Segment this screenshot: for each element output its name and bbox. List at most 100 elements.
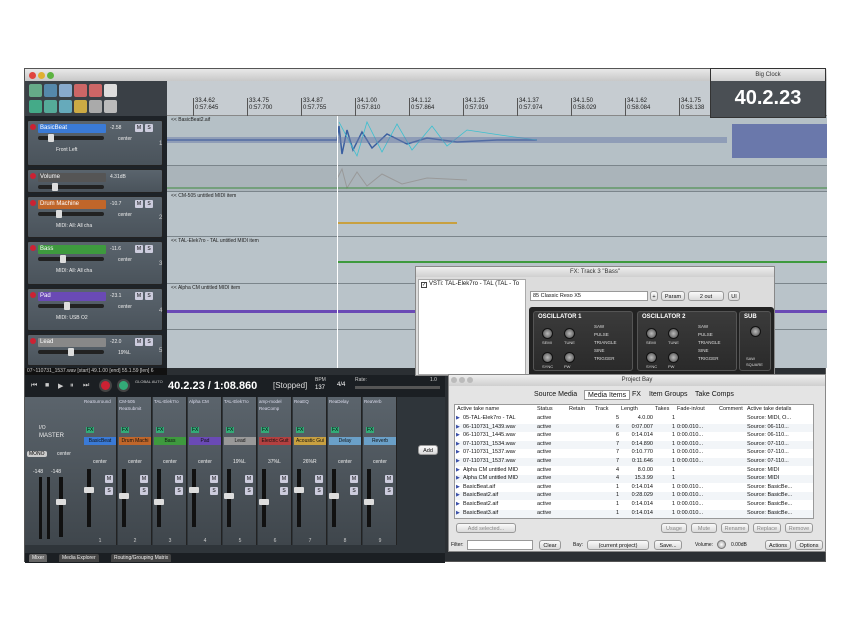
mixer-strip-2[interactable]: CM-505 ReaSubmit FX Drum Machi center M S 2: [118, 397, 152, 545]
strip-fader[interactable]: [224, 469, 234, 527]
input-fx-button[interactable]: FX: [86, 427, 95, 433]
column-header[interactable]: Retain: [569, 406, 585, 412]
record-button[interactable]: [99, 379, 112, 392]
wave-option[interactable]: SAW: [698, 324, 708, 329]
fx-slot[interactable]: TAL-Elek7ro: [224, 399, 256, 405]
track-header-3[interactable]: Drum Machine -10.7 M Scenter MIDI: All: All …: [27, 196, 163, 238]
track-input[interactable]: MIDI: USB O2: [56, 315, 88, 321]
time-signature[interactable]: 4/4: [337, 382, 345, 388]
global-auto-label[interactable]: GLOBAL AUTO: [135, 379, 163, 384]
fader-knob[interactable]: [329, 493, 339, 499]
strip-fader[interactable]: [294, 469, 304, 527]
fader-knob[interactable]: [154, 499, 164, 505]
table-row[interactable]: ▶ Alpha CM untitled MID active 4 8.0.00 1 Sour…: [455, 467, 813, 475]
wave-option[interactable]: PULSE: [698, 332, 713, 337]
minimize-window-button[interactable]: [459, 377, 465, 383]
synth-knob[interactable]: [542, 328, 553, 339]
record-arm-button[interactable]: [30, 292, 36, 298]
mixer-strip-7[interactable]: ReaEQ FX Acoustic Gui 26%R M S 7: [293, 397, 327, 545]
project-bay-table[interactable]: Active take name Status Retain Track Length T…: [454, 404, 814, 519]
wave-option[interactable]: SINE: [698, 348, 709, 353]
ui-button[interactable]: UI: [728, 291, 740, 301]
fader-knob[interactable]: [64, 302, 70, 310]
column-header[interactable]: Track: [595, 406, 609, 412]
strip-name[interactable]: Acoustic Gui: [294, 437, 326, 445]
bay-button[interactable]: Rename: [721, 523, 749, 533]
fx-slot[interactable]: amp-model: [259, 399, 291, 405]
zoom-window-button[interactable]: [47, 72, 54, 79]
track-header-6[interactable]: Lead -22.0 M S 19%L 5: [27, 334, 163, 366]
crossfade-icon[interactable]: [89, 100, 102, 113]
strip-pan[interactable]: center: [198, 459, 212, 465]
input-fx-button[interactable]: FX: [331, 427, 340, 433]
synth-knob[interactable]: [668, 328, 679, 339]
strip-name[interactable]: Electric Guit: [259, 437, 291, 445]
bay-button[interactable]: Replace: [753, 523, 781, 533]
save-bay-button[interactable]: Save...: [654, 540, 682, 550]
strip-name[interactable]: BasicBeat: [84, 437, 116, 445]
volume-fader[interactable]: [38, 304, 104, 308]
item-grouping-icon[interactable]: [59, 100, 72, 113]
mute-button[interactable]: M: [350, 475, 358, 483]
mute-button[interactable]: M: [135, 292, 143, 300]
sub-knob[interactable]: [750, 326, 761, 337]
wave-option[interactable]: SAW: [594, 324, 604, 329]
track-pan[interactable]: center: [118, 136, 132, 142]
track-name[interactable]: Volume: [38, 173, 106, 182]
edit-cursor[interactable]: [337, 116, 338, 368]
table-row[interactable]: ▶ 06-110731_1445.wav active 6 0:14.014 1 0:00.…: [455, 432, 813, 440]
fader-knob[interactable]: [259, 499, 269, 505]
rewind-icon[interactable]: ⏮: [31, 382, 37, 390]
mixer-strip-9[interactable]: ReaVerb FX Reverb center M S 9: [363, 397, 397, 545]
wave-option[interactable]: TRIANGLE: [594, 340, 617, 345]
strip-pan[interactable]: 26%R: [303, 459, 317, 465]
redo-icon[interactable]: [89, 84, 102, 97]
bpm-value[interactable]: 137: [315, 385, 325, 391]
volume-fader[interactable]: [38, 257, 104, 261]
ripple-edit-icon[interactable]: [44, 100, 57, 113]
track-name[interactable]: Bass: [38, 245, 106, 254]
table-row[interactable]: ▶ 07-110731_1537.wav active 7 0:11.646 1 0:00.…: [455, 458, 813, 466]
preset-select[interactable]: 85 Classic Reso X5: [530, 291, 648, 301]
volume-knob[interactable]: [717, 540, 726, 549]
strip-fader[interactable]: [154, 469, 164, 527]
strip-pan[interactable]: center: [128, 459, 142, 465]
fader-knob[interactable]: [60, 255, 66, 263]
solo-button[interactable]: S: [140, 487, 148, 495]
fader-knob[interactable]: [68, 348, 74, 356]
strip-name[interactable]: Reverb: [364, 437, 396, 445]
strip-pan[interactable]: 37%L: [268, 459, 281, 465]
mixer-strip-1[interactable]: ReaSurround FX BasicBeat center M S 1: [83, 397, 117, 545]
volume-fader[interactable]: [38, 212, 104, 216]
solo-button[interactable]: S: [280, 487, 288, 495]
mute-button[interactable]: M: [245, 475, 253, 483]
mixer-strip-5[interactable]: TAL-Elek7ro FX Lead 19%L M S 5: [223, 397, 257, 545]
fader-knob[interactable]: [84, 487, 94, 493]
input-fx-button[interactable]: FX: [191, 427, 200, 433]
wave-option[interactable]: TRIGGER: [594, 356, 615, 361]
input-fx-button[interactable]: FX: [366, 427, 375, 433]
envelope-icon[interactable]: [74, 100, 87, 113]
sub-wave-option[interactable]: SAW: [746, 356, 755, 361]
synth-knob[interactable]: [646, 328, 657, 339]
lane-basicbeat[interactable]: << BasicBeat2.aif: [167, 116, 827, 166]
actions-button[interactable]: Actions: [765, 540, 791, 550]
fader-knob[interactable]: [52, 183, 58, 191]
new-project-icon[interactable]: [29, 84, 42, 97]
stop-icon[interactable]: ■: [45, 382, 49, 389]
table-row[interactable]: ▶ 07-110731_1534.wav active 7 0:14.890 1 0:00.…: [455, 440, 813, 449]
track-name[interactable]: Drum Machine: [38, 200, 106, 209]
column-header[interactable]: Fade-in/out: [677, 406, 705, 412]
input-fx-button[interactable]: FX: [261, 427, 270, 433]
param-button[interactable]: Param: [661, 291, 685, 301]
strip-fader[interactable]: [119, 469, 129, 527]
bay-button[interactable]: Usage: [661, 523, 687, 533]
track-header-2[interactable]: Volume 4.31dB: [27, 169, 163, 193]
column-header[interactable]: Active take name: [457, 406, 499, 412]
mute-button[interactable]: M: [135, 338, 143, 346]
track-pan[interactable]: center: [118, 257, 132, 263]
bay-tab[interactable]: Item Groups: [646, 390, 691, 400]
strip-fader[interactable]: [329, 469, 339, 527]
strip-fader[interactable]: [189, 469, 199, 527]
zoom-window-button[interactable]: [467, 377, 473, 383]
